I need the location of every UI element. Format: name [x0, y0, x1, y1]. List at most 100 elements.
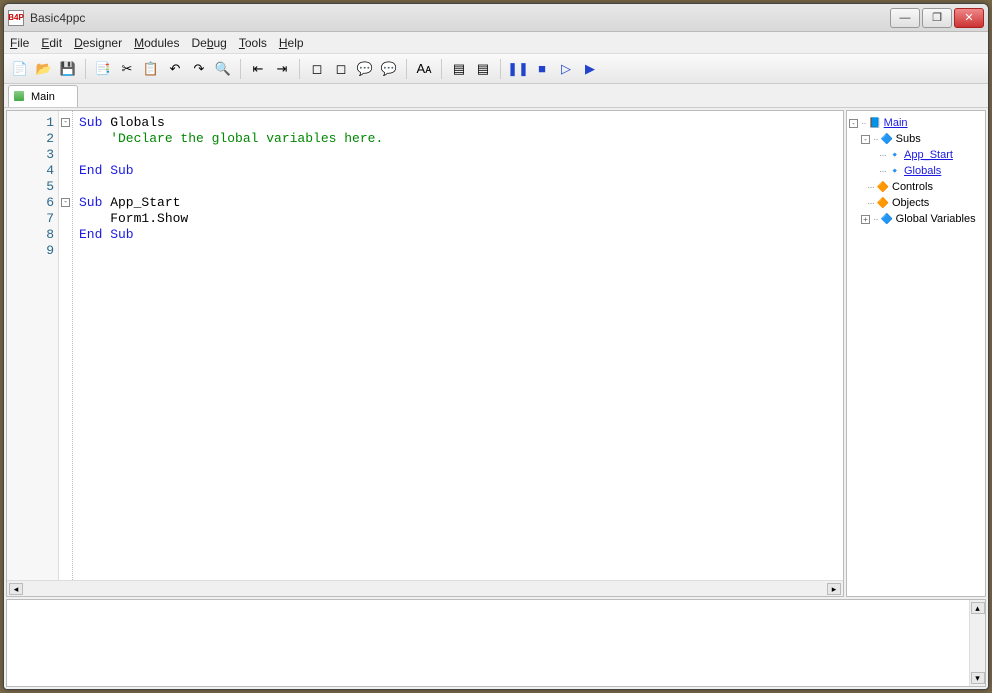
new-icon[interactable]: 📄 — [10, 59, 30, 79]
fold-toggle-icon[interactable]: - — [61, 118, 70, 127]
toolbar-separator — [441, 59, 442, 79]
cut-icon[interactable]: ✂ — [117, 59, 137, 79]
redo-icon[interactable]: ↷ — [189, 59, 209, 79]
code-line[interactable]: End Sub — [79, 227, 839, 243]
tree-label: Global Variables — [896, 213, 976, 225]
menu-help[interactable]: Help — [279, 36, 304, 50]
fold-spacer — [59, 211, 72, 227]
fold-column[interactable]: -- — [59, 111, 73, 580]
scroll-right-icon[interactable]: ▸ — [827, 583, 841, 595]
scroll-down-icon[interactable]: ▾ — [971, 672, 985, 684]
project-tree-pane: -·· 📘 Main -·· 🔷 Subs ··· 🔹 App_Start ··… — [846, 110, 986, 597]
line-number: 8 — [7, 227, 56, 243]
maximize-button[interactable]: ❐ — [922, 8, 952, 28]
tree-leaf-globals[interactable]: ··· 🔹 Globals — [849, 163, 983, 179]
vertical-scrollbar[interactable]: ▴ ▾ — [969, 600, 985, 686]
stop-icon[interactable]: ■ — [532, 59, 552, 79]
code-line[interactable] — [79, 147, 839, 163]
font-icon[interactable]: Aᴀ — [414, 59, 434, 79]
breakpoint-icon[interactable]: ◻ — [307, 59, 327, 79]
expander-icon[interactable]: - — [861, 135, 870, 144]
tree-label: Objects — [892, 197, 929, 209]
toolbar-separator — [406, 59, 407, 79]
tree-root-main[interactable]: -·· 📘 Main — [849, 115, 983, 131]
folder-icon: 🔶 — [877, 197, 889, 209]
tree-node-subs[interactable]: -·· 🔷 Subs — [849, 131, 983, 147]
menu-debug[interactable]: Debug — [191, 36, 226, 50]
tree-node-objects[interactable]: ··· 🔶 Objects — [849, 195, 983, 211]
line-number: 7 — [7, 211, 56, 227]
comment-icon[interactable]: 💬 — [355, 59, 375, 79]
menu-designer[interactable]: Designer — [74, 36, 122, 50]
step-icon[interactable]: ▷ — [556, 59, 576, 79]
expander-icon[interactable]: - — [849, 119, 858, 128]
minimize-button[interactable]: — — [890, 8, 920, 28]
folder-icon: 🔷 — [881, 213, 893, 225]
undo-icon[interactable]: ↶ — [165, 59, 185, 79]
app-icon: B4P — [8, 10, 24, 26]
window-title: Basic4ppc — [30, 11, 888, 25]
block-outdent-icon[interactable]: ▤ — [473, 59, 493, 79]
output-pane[interactable]: ▴ ▾ — [6, 599, 986, 687]
fold-spacer — [59, 131, 72, 147]
open-icon[interactable]: 📂 — [34, 59, 54, 79]
expander-icon[interactable]: + — [861, 215, 870, 224]
code-line[interactable] — [79, 243, 839, 259]
outdent-icon[interactable]: ⇤ — [248, 59, 268, 79]
line-number: 5 — [7, 179, 56, 195]
pause-icon[interactable]: ❚❚ — [508, 59, 528, 79]
line-number: 1 — [7, 115, 56, 131]
window-controls: — ❐ ✕ — [888, 8, 984, 28]
tree-node-controls[interactable]: ··· 🔶 Controls — [849, 179, 983, 195]
module-icon: 📘 — [869, 117, 881, 129]
toolbar-separator — [500, 59, 501, 79]
find-icon[interactable]: 🔍 — [213, 59, 233, 79]
code-line[interactable] — [79, 179, 839, 195]
scroll-up-icon[interactable]: ▴ — [971, 602, 985, 614]
tree-label: Subs — [896, 133, 921, 145]
code-line[interactable]: 'Declare the global variables here. — [79, 131, 839, 147]
tree-label: App_Start — [904, 149, 953, 161]
toolbar-separator — [85, 59, 86, 79]
fold-spacer — [59, 163, 72, 179]
block-indent-icon[interactable]: ▤ — [449, 59, 469, 79]
sub-icon: 🔹 — [889, 149, 901, 161]
run-icon[interactable]: ▶ — [580, 59, 600, 79]
sub-icon: 🔹 — [889, 165, 901, 177]
menu-tools[interactable]: Tools — [239, 36, 267, 50]
tab-main[interactable]: Main — [8, 85, 78, 107]
folder-icon: 🔷 — [881, 133, 893, 145]
line-number: 3 — [7, 147, 56, 163]
code-line[interactable]: Form1.Show — [79, 211, 839, 227]
code-line[interactable]: Sub Globals — [79, 115, 839, 131]
titlebar[interactable]: B4P Basic4ppc — ❐ ✕ — [4, 4, 988, 32]
line-number: 9 — [7, 243, 56, 259]
code-editor[interactable]: 123456789 -- Sub Globals 'Declare the gl… — [7, 111, 843, 580]
fold-spacer — [59, 179, 72, 195]
clear-bp-icon[interactable]: ◻ — [331, 59, 351, 79]
tree-leaf-appstart[interactable]: ··· 🔹 App_Start — [849, 147, 983, 163]
horizontal-scrollbar[interactable]: ◂ ▸ — [7, 580, 843, 596]
save-icon[interactable]: 💾 — [58, 59, 78, 79]
scroll-left-icon[interactable]: ◂ — [9, 583, 23, 595]
tree-label: Main — [884, 117, 908, 129]
indent-icon[interactable]: ⇥ — [272, 59, 292, 79]
fold-toggle-icon[interactable]: - — [61, 198, 70, 207]
fold-spacer — [59, 227, 72, 243]
tree-node-globalvars[interactable]: +·· 🔷 Global Variables — [849, 211, 983, 227]
menu-modules[interactable]: Modules — [134, 36, 179, 50]
copy-icon[interactable]: 📑 — [93, 59, 113, 79]
paste-icon[interactable]: 📋 — [141, 59, 161, 79]
uncomment-icon[interactable]: 💬 — [379, 59, 399, 79]
code-line[interactable]: End Sub — [79, 163, 839, 179]
code-area[interactable]: Sub Globals 'Declare the global variable… — [73, 111, 843, 580]
menu-file[interactable]: File — [10, 36, 29, 50]
line-number: 6 — [7, 195, 56, 211]
menubar: File Edit Designer Modules Debug Tools Help — [4, 32, 988, 54]
tree-label: Controls — [892, 181, 933, 193]
code-editor-pane: 123456789 -- Sub Globals 'Declare the gl… — [6, 110, 844, 597]
code-line[interactable]: Sub App_Start — [79, 195, 839, 211]
menu-edit[interactable]: Edit — [41, 36, 62, 50]
close-button[interactable]: ✕ — [954, 8, 984, 28]
tab-label: Main — [31, 91, 55, 103]
